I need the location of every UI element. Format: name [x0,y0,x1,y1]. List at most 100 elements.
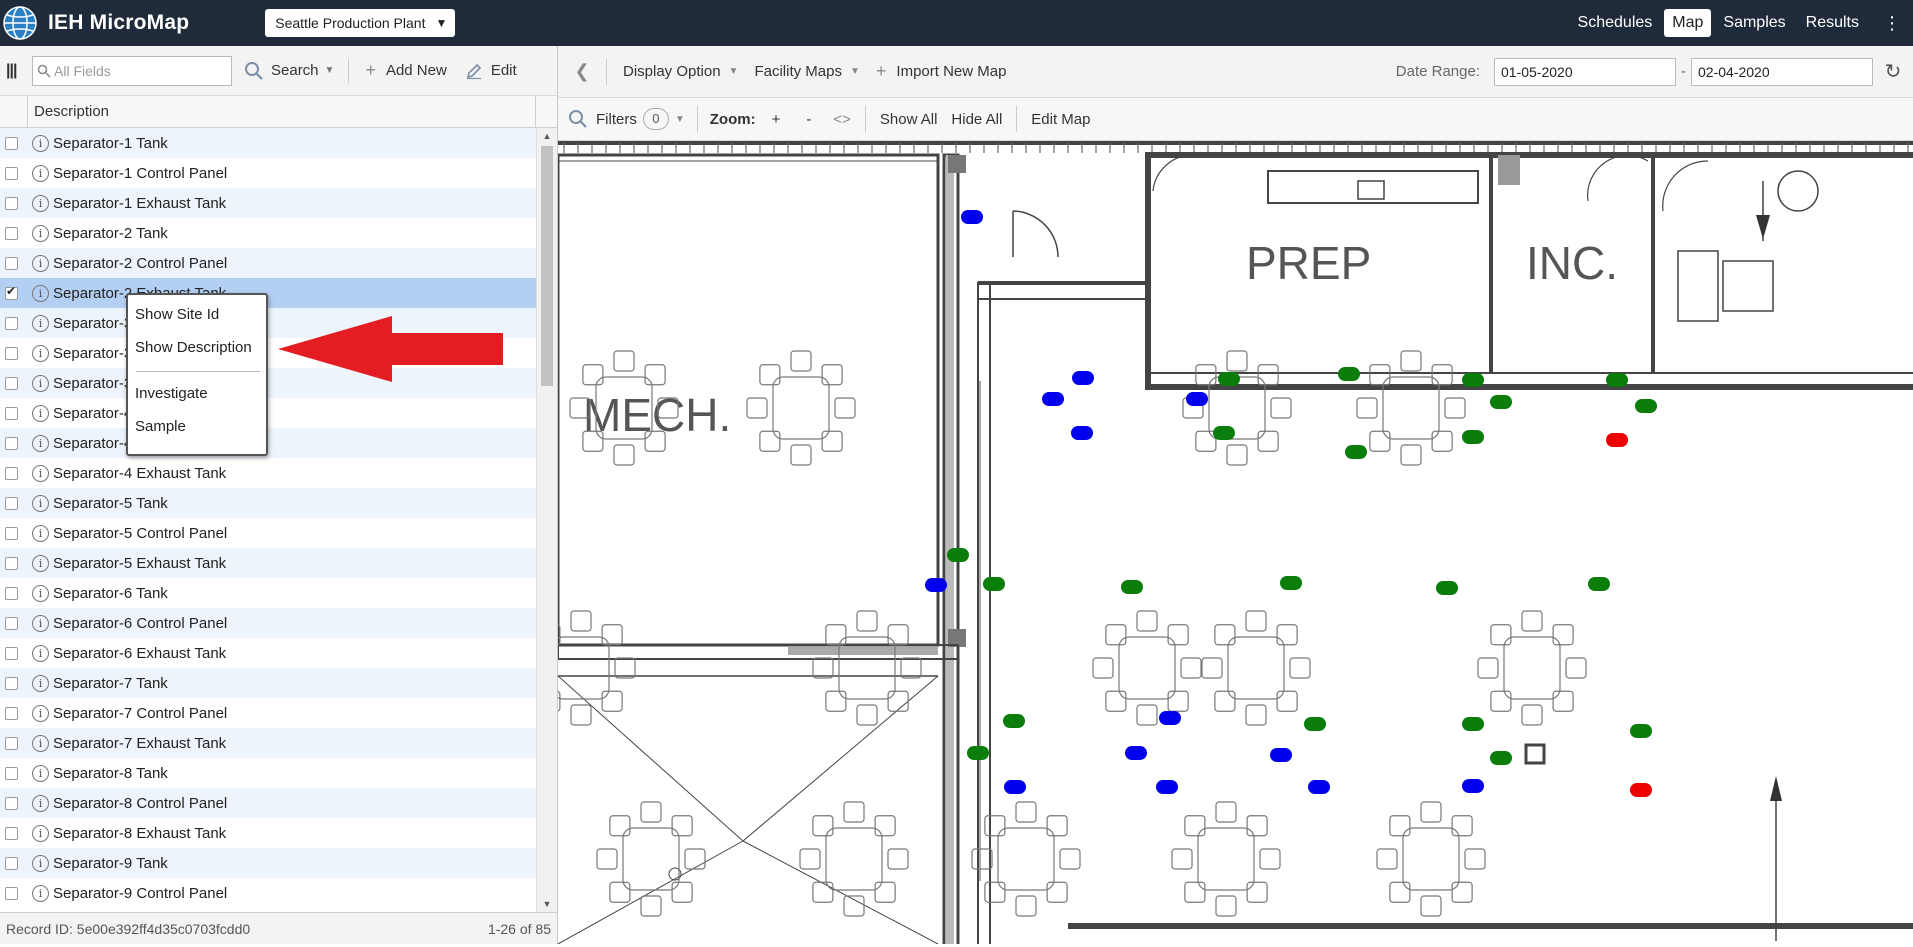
list-item[interactable]: i Separator-6 Control Panel [0,608,536,638]
sample-marker[interactable] [1588,577,1610,591]
sample-marker[interactable] [1345,445,1367,459]
sample-marker[interactable] [1003,714,1025,728]
info-icon[interactable]: i [32,344,49,362]
date-to-input[interactable] [1691,57,1873,86]
facility-map[interactable]: PREP INC. MECH. [558,141,1913,944]
row-checkbox[interactable] [5,136,18,150]
row-checkbox[interactable] [5,166,18,180]
sample-marker[interactable] [1462,373,1484,387]
menu-item-investigate[interactable]: Investigate [128,382,266,415]
display-option-dropdown[interactable]: Display Option ▼ [623,63,738,80]
info-icon[interactable]: i [32,194,49,212]
search-input[interactable] [54,62,214,79]
sample-marker[interactable] [1462,717,1484,731]
date-from-input[interactable] [1494,57,1676,86]
info-icon[interactable]: i [32,764,49,782]
row-checkbox[interactable] [5,556,18,570]
zoom-out-button[interactable]: - [806,111,811,128]
sample-marker[interactable] [1042,392,1064,406]
site-selector[interactable]: Seattle Production Plant ▼ [265,9,456,37]
list-item[interactable]: i Separator-5 Exhaust Tank [0,548,536,578]
sample-marker[interactable] [1270,748,1292,762]
sample-marker[interactable] [1635,399,1657,413]
info-icon[interactable]: i [32,554,49,572]
select-all-column[interactable] [0,95,28,128]
row-checkbox[interactable] [5,256,18,270]
row-checkbox[interactable] [5,316,18,330]
info-icon[interactable]: i [32,854,49,872]
scroll-up-icon[interactable]: ▲ [537,128,557,144]
sample-marker[interactable] [1630,724,1652,738]
sample-marker[interactable] [1462,430,1484,444]
sample-marker[interactable] [1213,426,1235,440]
info-icon[interactable]: i [32,494,49,512]
sample-marker[interactable] [1338,367,1360,381]
row-checkbox[interactable] [5,886,18,900]
row-checkbox[interactable] [5,856,18,870]
sample-marker[interactable] [1308,780,1330,794]
list-item[interactable]: i Separator-7 Tank [0,668,536,698]
list-item[interactable]: iSeparator-4 Control Panel [0,428,536,458]
list-item[interactable]: i Separator-8 Tank [0,758,536,788]
row-checkbox[interactable] [5,226,18,240]
list-item[interactable]: i Separator-6 Exhaust Tank [0,638,536,668]
info-icon[interactable]: i [32,884,49,902]
sample-marker[interactable] [983,577,1005,591]
list-item[interactable]: i Separator-8 Exhaust Tank [0,818,536,848]
sample-marker[interactable] [1159,711,1181,725]
row-checkbox[interactable] [5,586,18,600]
sample-marker[interactable] [1121,580,1143,594]
list-item[interactable]: i Separator-5 Control Panel [0,518,536,548]
row-checkbox[interactable] [5,406,18,420]
sample-marker[interactable] [947,548,969,562]
import-new-map-button[interactable]: + Import New Map [876,61,1007,82]
info-icon[interactable]: i [32,134,49,152]
row-checkbox[interactable] [5,196,18,210]
hide-all-button[interactable]: Hide All [951,111,1002,128]
zoom-fit-button[interactable]: <> [833,111,851,128]
row-checkbox[interactable] [5,646,18,660]
sample-marker[interactable] [925,578,947,592]
list-item[interactable]: i Separator-1 Tank [0,128,536,158]
scroll-thumb[interactable] [541,146,553,386]
list-item[interactable]: i Separator-7 Exhaust Tank [0,728,536,758]
facility-maps-dropdown[interactable]: Facility Maps ▼ [754,63,859,80]
search-button[interactable]: Search ▼ [244,61,334,81]
edit-button[interactable]: Edit [465,62,517,80]
collapse-panel-icon[interactable]: ❮ [558,61,606,82]
list-item[interactable]: i Separator-2 Tank [0,218,536,248]
list-item[interactable]: i Separator-7 Control Panel [0,698,536,728]
sample-marker[interactable] [1606,373,1628,387]
info-icon[interactable]: i [32,614,49,632]
row-checkbox[interactable] [5,766,18,780]
info-icon[interactable]: i [32,314,49,332]
more-menu-icon[interactable]: ⋮ [1877,13,1907,34]
app-logo[interactable]: IEH MicroMap [0,0,189,46]
sample-marker[interactable] [1436,581,1458,595]
sample-marker[interactable] [1280,576,1302,590]
info-icon[interactable]: i [32,284,49,302]
filters-button[interactable]: Filters 0 ▼ [568,108,685,130]
row-checkbox[interactable] [5,796,18,810]
edit-map-button[interactable]: Edit Map [1031,111,1090,128]
sample-marker[interactable] [967,746,989,760]
nav-results[interactable]: Results [1798,9,1867,37]
nav-samples[interactable]: Samples [1715,9,1793,37]
sample-marker[interactable] [1186,392,1208,406]
sample-marker[interactable] [1462,779,1484,793]
list-item[interactable]: i Separator-4 Tank [0,398,536,428]
list-item[interactable]: i Separator-9 Control Panel [0,878,536,908]
list-item[interactable]: i Separator-1 Control Panel [0,158,536,188]
info-icon[interactable]: i [32,374,49,392]
columns-icon[interactable]: ||| [6,62,28,80]
row-checkbox[interactable] [5,526,18,540]
info-icon[interactable]: i [32,434,49,452]
info-icon[interactable]: i [32,794,49,812]
sample-marker[interactable] [1490,395,1512,409]
info-icon[interactable]: i [32,164,49,182]
row-checkbox[interactable] [5,496,18,510]
info-icon[interactable]: i [32,704,49,722]
info-icon[interactable]: i [32,644,49,662]
refresh-icon[interactable]: ↻ [1873,59,1913,84]
sample-marker[interactable] [1125,746,1147,760]
